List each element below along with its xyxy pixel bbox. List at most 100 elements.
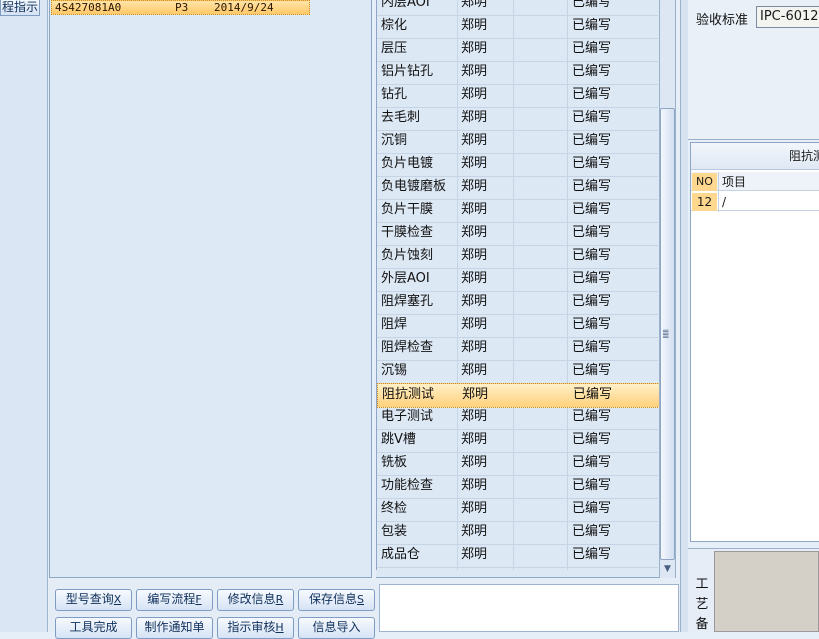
order-row[interactable]: 4S427081A0 P3 2014/9/24 [51, 0, 310, 15]
process-status-cell: 已编写 [572, 271, 612, 286]
process-step-cell: 铝片钻孔 [381, 64, 434, 79]
process-person-cell: 郑明 [461, 547, 488, 562]
process-person-cell: 郑明 [461, 179, 488, 194]
process-person-cell: 郑明 [461, 340, 488, 355]
table-row[interactable]: 负电镀磨板 郑明 已编写 [377, 176, 658, 200]
process-step-cell: 阻抗测试 [382, 387, 435, 402]
table-row[interactable]: 钻孔 郑明 已编写 [377, 84, 658, 108]
table-row[interactable]: 层压 郑明 已编写 [377, 38, 658, 62]
process-status-cell: 已编写 [572, 409, 612, 424]
table-row[interactable]: 成品仓 郑明 已编写 [377, 544, 658, 568]
table-row[interactable]: 终检 郑明 已编写 [377, 498, 658, 522]
left-strip [0, 0, 48, 632]
process-status-cell: 已编写 [572, 294, 612, 309]
process-step-cell: 负电镀磨板 [381, 179, 447, 194]
process-status-cell: 已编写 [572, 202, 612, 217]
process-step-cell: 功能检查 [381, 478, 434, 493]
process-person-cell: 郑明 [461, 87, 488, 102]
table-row[interactable]: 外层AOI 郑明 已编写 [377, 268, 658, 292]
process-status-cell: 已编写 [572, 501, 612, 516]
table-row[interactable]: 电子测试 郑明 已编写 [377, 406, 658, 430]
panel-splitter[interactable] [680, 0, 688, 632]
process-step-cell: 阻焊 [381, 317, 408, 332]
process-status-cell: 已编写 [572, 363, 612, 378]
table-row[interactable]: 跳V槽 郑明 已编写 [377, 429, 658, 453]
table-row[interactable]: 阻抗测试 郑明 已编写 [377, 383, 660, 408]
process-person-cell: 郑明 [462, 387, 489, 402]
table-row[interactable]: 棕化 郑明 已编写 [377, 15, 658, 39]
process-status-cell: 已编写 [572, 432, 612, 447]
process-status-cell: 已编写 [572, 87, 612, 102]
order-code: 4S427081A0 [55, 1, 122, 14]
process-status-cell: 已编写 [572, 547, 612, 562]
process-status-cell: 已编写 [572, 156, 612, 171]
table-row[interactable]: 包装 郑明 已编写 [377, 521, 658, 545]
process-person-cell: 郑明 [461, 294, 488, 309]
process-note-textarea[interactable] [714, 551, 819, 632]
process-person-cell: 郑明 [461, 110, 488, 125]
modify-info-button[interactable]: 修改信息R [217, 589, 294, 611]
table-row[interactable]: 内层AOI 郑明 已编写 [377, 0, 658, 16]
process-person-cell: 郑明 [461, 225, 488, 240]
import-info-button[interactable]: 信息导入 [298, 617, 375, 639]
save-info-button[interactable]: 保存信息S [298, 589, 375, 611]
process-instruction-button[interactable]: 程指示 [0, 0, 40, 16]
table-row[interactable]: 功能检查 郑明 已编写 [377, 475, 658, 499]
table-row[interactable]: 铝片钻孔 郑明 已编写 [377, 61, 658, 85]
impedance-row-item[interactable]: / [722, 193, 726, 211]
process-status-cell: 已编写 [572, 110, 612, 125]
process-grid: 内层AOI 郑明 已编写 棕化 郑明 已编写 层压 郑明 已编写 铝片钻孔 郑明 已编写 钻孔 郑明 已编写… [376, 0, 660, 570]
table-row[interactable]: 去毛刺 郑明 已编写 [377, 107, 658, 131]
process-step-cell: 铣板 [381, 455, 408, 470]
process-person-cell: 郑明 [461, 18, 488, 33]
order-date: 2014/9/24 [214, 1, 274, 14]
process-note-label: 工艺备 [695, 577, 709, 632]
process-step-cell: 包装 [381, 524, 408, 539]
process-person-cell: 郑明 [461, 248, 488, 263]
process-person-cell: 郑明 [461, 202, 488, 217]
model-query-button[interactable]: 型号查询X [55, 589, 132, 611]
table-row[interactable]: 阻焊 郑明 已编写 [377, 314, 658, 338]
impedance-col-divider [718, 172, 719, 212]
table-row[interactable]: 沉锡 郑明 已编写 [377, 360, 658, 384]
process-step-cell: 跳V槽 [381, 432, 416, 447]
process-step-cell: 成品仓 [381, 547, 421, 562]
process-person-cell: 郑明 [461, 0, 488, 10]
process-person-cell: 郑明 [461, 432, 488, 447]
process-step-cell: 负片电镀 [381, 156, 434, 171]
process-step-cell: 负片干膜 [381, 202, 434, 217]
table-row[interactable]: 阻焊检查 郑明 已编写 [377, 337, 658, 361]
review-button[interactable]: 指示审核H [217, 617, 294, 639]
process-person-cell: 郑明 [461, 455, 488, 470]
table-row[interactable]: 负片蚀刻 郑明 已编写 [377, 245, 658, 269]
table-row[interactable]: 负片干膜 郑明 已编写 [377, 199, 658, 223]
process-person-cell: 郑明 [461, 41, 488, 56]
process-step-cell: 干膜检查 [381, 225, 434, 240]
process-step-cell: 阻焊检查 [381, 340, 434, 355]
process-step-cell: 沉铜 [381, 133, 408, 148]
table-row[interactable]: 铣板 郑明 已编写 [377, 452, 658, 476]
process-status-cell: 已编写 [572, 317, 612, 332]
table-row[interactable]: 干膜检查 郑明 已编写 [377, 222, 658, 246]
edit-flow-button[interactable]: 编写流程F [136, 589, 213, 611]
process-step-cell: 负片蚀刻 [381, 248, 434, 263]
process-step-cell: 终检 [381, 501, 408, 516]
process-person-cell: 郑明 [461, 156, 488, 171]
impedance-row-no: 12 [692, 193, 717, 211]
memo-textarea[interactable] [379, 584, 679, 632]
process-status-cell: 已编写 [572, 248, 612, 263]
process-status-cell: 已编写 [572, 340, 612, 355]
chevron-down-icon[interactable]: ▼ [660, 562, 675, 577]
make-notice-button[interactable]: 制作通知单 [136, 617, 213, 639]
tool-done-button[interactable]: 工具完成 [55, 617, 132, 639]
table-row[interactable]: 沉铜 郑明 已编写 [377, 130, 658, 154]
table-row[interactable]: 阻焊塞孔 郑明 已编写 [377, 291, 658, 315]
process-person-cell: 郑明 [461, 271, 488, 286]
table-row[interactable]: 负片电镀 郑明 已编写 [377, 153, 658, 177]
process-person-cell: 郑明 [461, 317, 488, 332]
process-person-cell: 郑明 [461, 64, 488, 79]
process-status-cell: 已编写 [572, 179, 612, 194]
process-status-cell: 已编写 [572, 18, 612, 33]
acceptance-input[interactable]: IPC-6012 [756, 6, 819, 28]
process-person-cell: 郑明 [461, 478, 488, 493]
